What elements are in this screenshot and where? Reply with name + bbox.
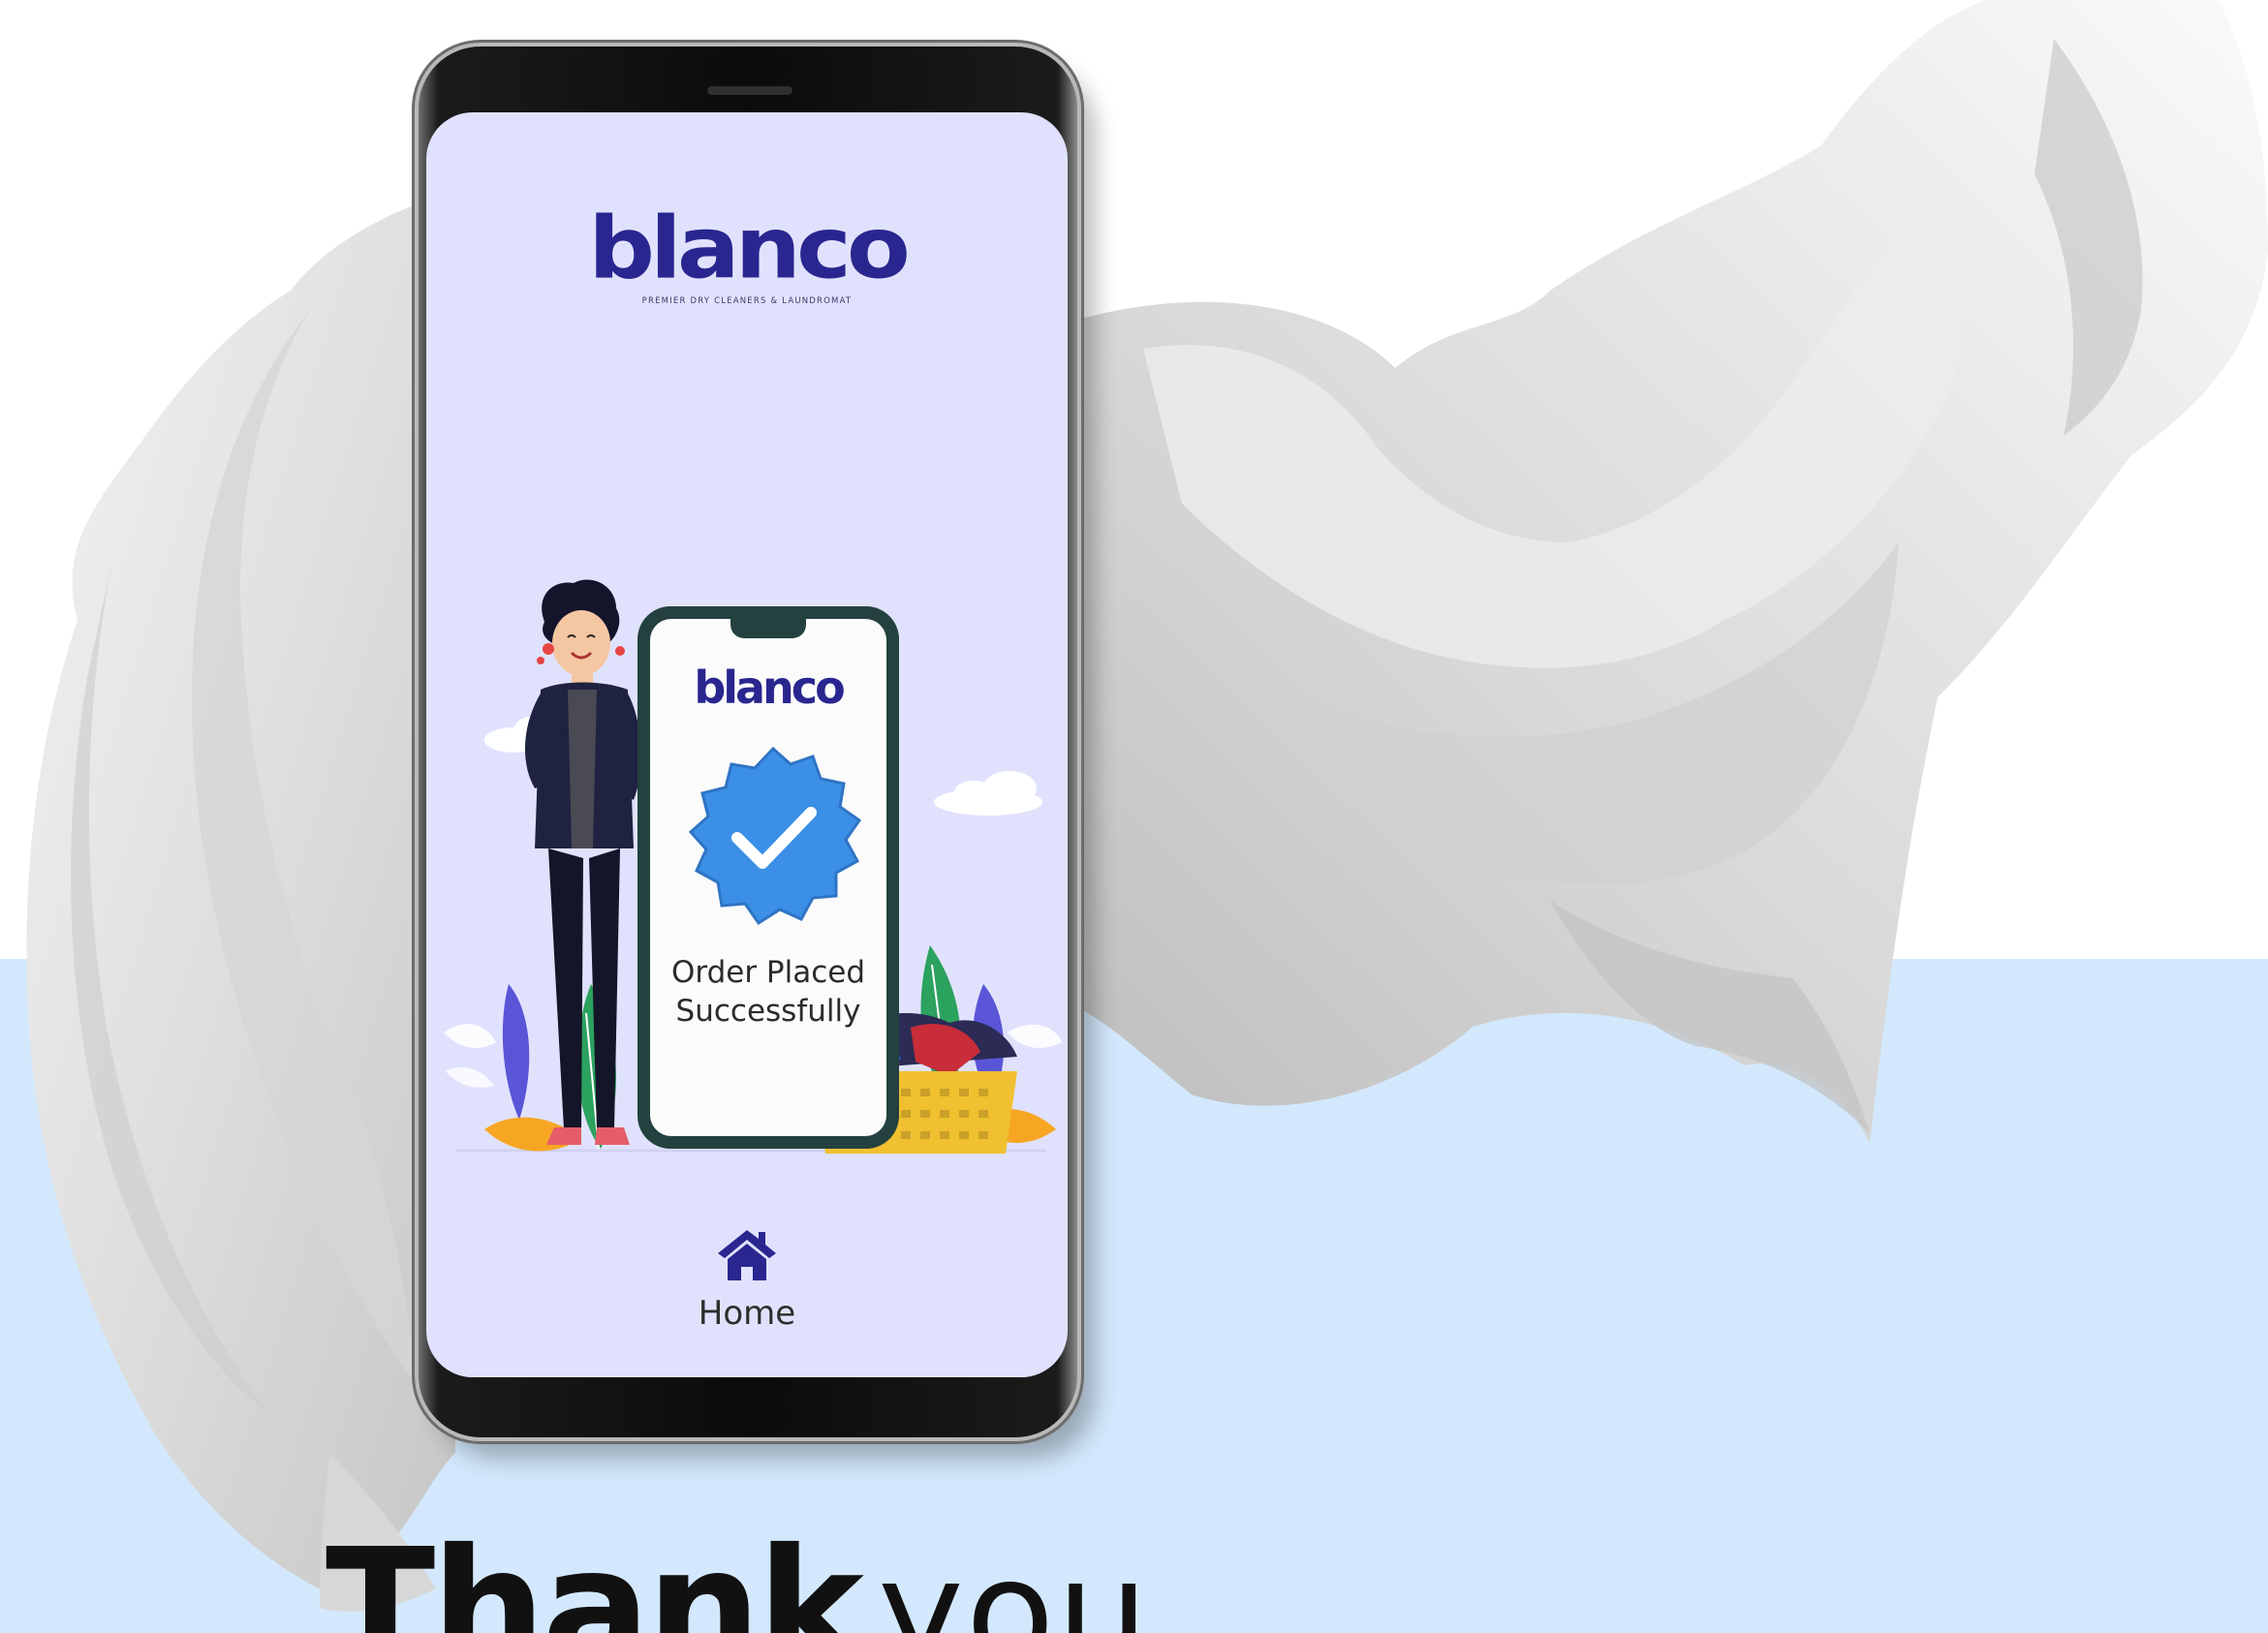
left-plant-icon bbox=[444, 984, 617, 1152]
thank-you-headline: Thank you bbox=[326, 1528, 1151, 1633]
promo-canvas: blanco PREMIER DRY CLEANERS & LAUNDROMAT bbox=[0, 0, 2268, 1633]
order-success-line2: Successfully bbox=[675, 994, 861, 1029]
order-success-line1: Order Placed bbox=[670, 955, 866, 990]
phone-speaker bbox=[707, 86, 792, 95]
illustration-phone-screen: blanco Order Placed Successfully bbox=[650, 619, 886, 1136]
headline-light-word: you bbox=[878, 1529, 1151, 1633]
home-button[interactable]: Home bbox=[650, 1226, 844, 1342]
illustration-logo: blanco bbox=[694, 662, 845, 714]
brand-logo: blanco PREMIER DRY CLEANERS & LAUNDROMAT bbox=[426, 201, 1068, 306]
home-icon bbox=[718, 1230, 776, 1280]
phone-mockup: blanco PREMIER DRY CLEANERS & LAUNDROMAT bbox=[419, 46, 1077, 1437]
illustration-phone-notch bbox=[730, 619, 806, 638]
home-label: Home bbox=[698, 1294, 796, 1333]
headline-bold-word: Thank bbox=[326, 1515, 864, 1633]
order-success-message: Order Placed Successfully bbox=[650, 953, 886, 1031]
order-success-illustration: blanco Order Placed Successfully bbox=[426, 529, 1068, 1178]
verified-check-badge-icon bbox=[688, 746, 862, 926]
brand-logo-wordmark: blanco bbox=[588, 198, 911, 298]
flowing-fabric-image bbox=[26, 0, 2268, 1612]
app-screen: blanco PREMIER DRY CLEANERS & LAUNDROMAT bbox=[426, 112, 1068, 1377]
illustration-phone: blanco Order Placed Successfully bbox=[637, 606, 899, 1149]
